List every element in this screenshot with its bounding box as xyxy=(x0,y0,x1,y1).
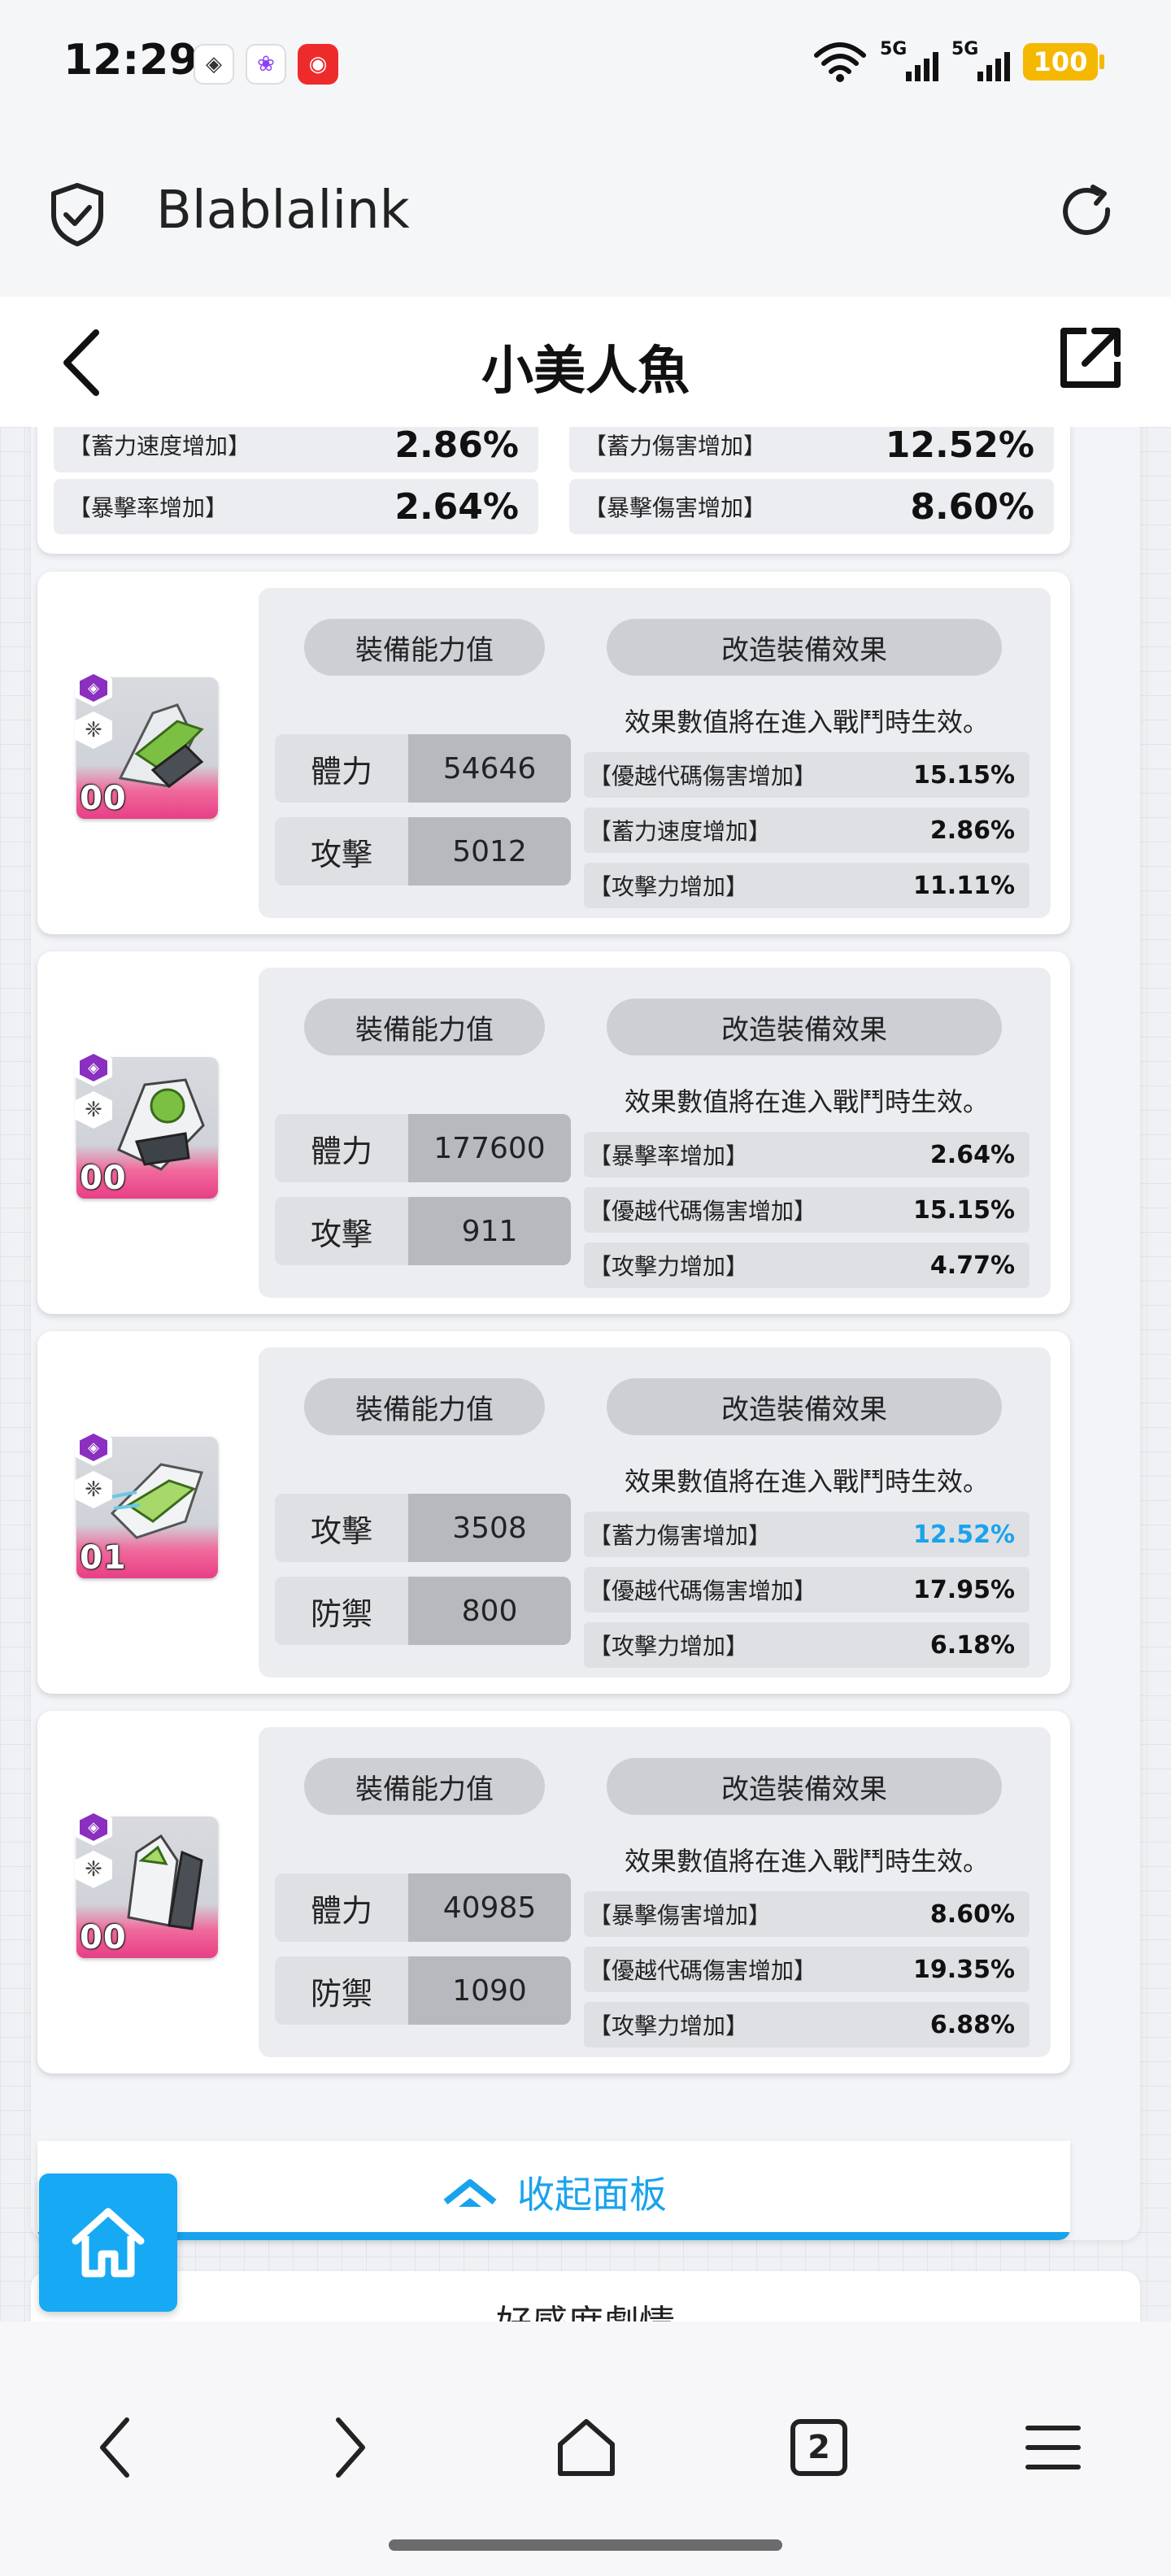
equipment-art-icon xyxy=(118,703,204,788)
stat-cell: 【暴擊傷害增加】 8.60% xyxy=(569,479,1054,534)
equipment-card[interactable]: 00 ◈ ❈ 裝備能力值 改造裝備效果 體力 54646 攻擊 5012 效果數值將… xyxy=(37,572,1070,934)
home-icon xyxy=(72,2208,145,2278)
site-name[interactable]: Blablalink xyxy=(156,181,410,241)
equipment-level: 00 xyxy=(80,780,127,817)
stat-cell: 【蓄力傷害增加】 12.52% xyxy=(569,427,1054,472)
equipment-details: 裝備能力值 改造裝備效果 體力 177600 攻擊 911 效果數值將在進入戰鬥時生… xyxy=(259,968,1051,1298)
modify-tab[interactable]: 改造裝備效果 xyxy=(607,619,1002,676)
effect-note: 效果數值將在進入戰鬥時生效。 xyxy=(625,1086,990,1117)
tab-count: 2 xyxy=(808,2429,830,2466)
effect-row: 【優越代碼傷害增加】 19.35% xyxy=(584,1947,1030,1992)
effect-row: 【攻擊力增加】 11.11% xyxy=(584,863,1030,908)
nav-menu-icon xyxy=(1025,2426,1081,2469)
content-area[interactable]: 【蓄力速度增加】 2.86% 【蓄力傷害增加】 12.52% 【暴擊率增加】 2.64… xyxy=(0,427,1171,2321)
ability-tab[interactable]: 裝備能力值 xyxy=(304,999,545,1055)
effect-row: 【優越代碼傷害增加】 17.95% xyxy=(584,1567,1030,1612)
effect-row: 【優越代碼傷害增加】 15.15% xyxy=(584,752,1030,798)
status-time: 12:29 xyxy=(63,36,198,85)
app-notification-icon: ◈ xyxy=(194,44,234,85)
equipment-art-icon xyxy=(127,1834,203,1930)
effect-row: 【暴擊率增加】 2.64% xyxy=(584,1132,1030,1177)
effect-row: 【攻擊力增加】 6.18% xyxy=(584,1622,1030,1668)
highlighted-value: 12.52% xyxy=(913,1520,1015,1549)
nav-tabs-button[interactable]: 2 xyxy=(782,2411,855,2484)
nav-back-icon xyxy=(100,2417,129,2478)
status-indicators: 5G 5G 100 xyxy=(813,39,1104,85)
nav-forward-button[interactable] xyxy=(314,2411,387,2484)
affection-story-card[interactable]: 好感度劇情 xyxy=(31,2271,1140,2321)
app-header: 小美人魚 xyxy=(0,297,1171,427)
page-title: 小美人魚 xyxy=(481,342,690,402)
stat-row: 體力 54646 xyxy=(275,734,571,803)
equipment-details: 裝備能力值 改造裝備效果 攻擊 3508 防禦 800 效果數值將在進入戰鬥時生效。… xyxy=(259,1347,1051,1677)
effect-row: 【蓄力傷害增加】 12.52% xyxy=(584,1512,1030,1557)
equipment-level: 00 xyxy=(80,1160,127,1197)
effect-note: 效果數值將在進入戰鬥時生效。 xyxy=(625,707,990,738)
effect-note: 效果數值將在進入戰鬥時生效。 xyxy=(625,1466,990,1497)
nav-back-button[interactable] xyxy=(78,2411,151,2484)
stat-row: 攻擊 3508 xyxy=(275,1494,571,1562)
stat-row: 攻擊 5012 xyxy=(275,817,571,886)
accent-line xyxy=(37,2232,1070,2240)
stat-row: 防禦 800 xyxy=(275,1577,571,1645)
equipment-details: 裝備能力值 改造裝備效果 體力 40985 防禦 1090 效果數值將在進入戰鬥時生… xyxy=(259,1727,1051,2057)
effect-row: 【攻擊力增加】 4.77% xyxy=(584,1242,1030,1288)
share-icon[interactable] xyxy=(1054,321,1127,394)
effect-row: 【暴擊傷害增加】 8.60% xyxy=(584,1891,1030,1937)
nav-home-button[interactable] xyxy=(550,2411,623,2484)
stat-row: 防禦 1090 xyxy=(275,1956,571,2025)
stat-row: 體力 177600 xyxy=(275,1114,571,1182)
browser-bar: Blablalink xyxy=(0,122,1171,297)
nav-home-icon xyxy=(558,2419,615,2476)
modify-tab[interactable]: 改造裝備效果 xyxy=(607,1758,1002,1815)
reload-icon[interactable] xyxy=(1056,181,1121,246)
equipment-level: 01 xyxy=(80,1539,127,1577)
equipment-card[interactable]: 00 ◈ ❈ 裝備能力值 改造裝備效果 體力 177600 攻擊 911 效果數值將… xyxy=(37,951,1070,1314)
signal-icon: 5G xyxy=(951,39,1010,85)
stat-row: 體力 40985 xyxy=(275,1873,571,1942)
equipment-card[interactable]: 01 ◈ ❈ 裝備能力值 改造裝備效果 攻擊 3508 防禦 800 效果數值將在進… xyxy=(37,1331,1070,1694)
collapse-label: 收起面板 xyxy=(517,2173,667,2217)
shield-check-icon[interactable] xyxy=(49,182,106,247)
modify-tab[interactable]: 改造裝備效果 xyxy=(607,1378,1002,1435)
status-app-icons: ◈ ❀ ◉ xyxy=(194,44,338,85)
equipment-level: 00 xyxy=(80,1919,127,1956)
status-bar: 12:29 ◈ ❀ ◉ 5G 5G 100 xyxy=(0,0,1171,122)
equipment-details: 裝備能力值 改造裝備效果 體力 54646 攻擊 5012 效果數值將在進入戰鬥時生… xyxy=(259,588,1051,918)
signal-icon: 5G xyxy=(880,39,938,85)
ability-tab[interactable]: 裝備能力值 xyxy=(304,619,545,676)
home-button[interactable] xyxy=(39,2174,177,2312)
browser-bottom-nav: 2 xyxy=(0,2321,1171,2576)
chevron-up-icon xyxy=(443,2179,497,2207)
home-indicator xyxy=(389,2539,782,2551)
modify-tab[interactable]: 改造裝備效果 xyxy=(607,999,1002,1055)
effect-row: 【攻擊力增加】 6.88% xyxy=(584,2002,1030,2047)
stat-cell: 【蓄力速度增加】 2.86% xyxy=(54,427,538,472)
collapse-panel-button[interactable]: 收起面板 xyxy=(37,2141,1070,2240)
stats-summary-card: 【蓄力速度增加】 2.86% 【蓄力傷害增加】 12.52% 【暴擊率增加】 2.64… xyxy=(37,427,1070,554)
battery-indicator: 100 xyxy=(1023,43,1104,80)
wifi-icon xyxy=(814,42,866,82)
effect-row: 【蓄力速度增加】 2.86% xyxy=(584,807,1030,853)
nav-forward-icon xyxy=(336,2417,365,2478)
effect-row: 【優越代碼傷害增加】 15.15% xyxy=(584,1187,1030,1233)
effect-note: 效果數值將在進入戰鬥時生效。 xyxy=(625,1846,990,1877)
ability-tab[interactable]: 裝備能力值 xyxy=(304,1758,545,1815)
nav-menu-button[interactable] xyxy=(1016,2411,1090,2484)
app-notification-icon: ❀ xyxy=(246,44,286,85)
stat-cell: 【暴擊率增加】 2.64% xyxy=(54,479,538,534)
equipment-card[interactable]: 00 ◈ ❈ 裝備能力值 改造裝備效果 體力 40985 防禦 1090 效果數值將… xyxy=(37,1711,1070,2073)
equipment-art-icon xyxy=(110,1463,203,1539)
equipment-art-icon xyxy=(117,1078,205,1171)
stat-row: 攻擊 911 xyxy=(275,1197,571,1265)
ability-tab[interactable]: 裝備能力值 xyxy=(304,1378,545,1435)
app-notification-icon: ◉ xyxy=(298,44,338,85)
